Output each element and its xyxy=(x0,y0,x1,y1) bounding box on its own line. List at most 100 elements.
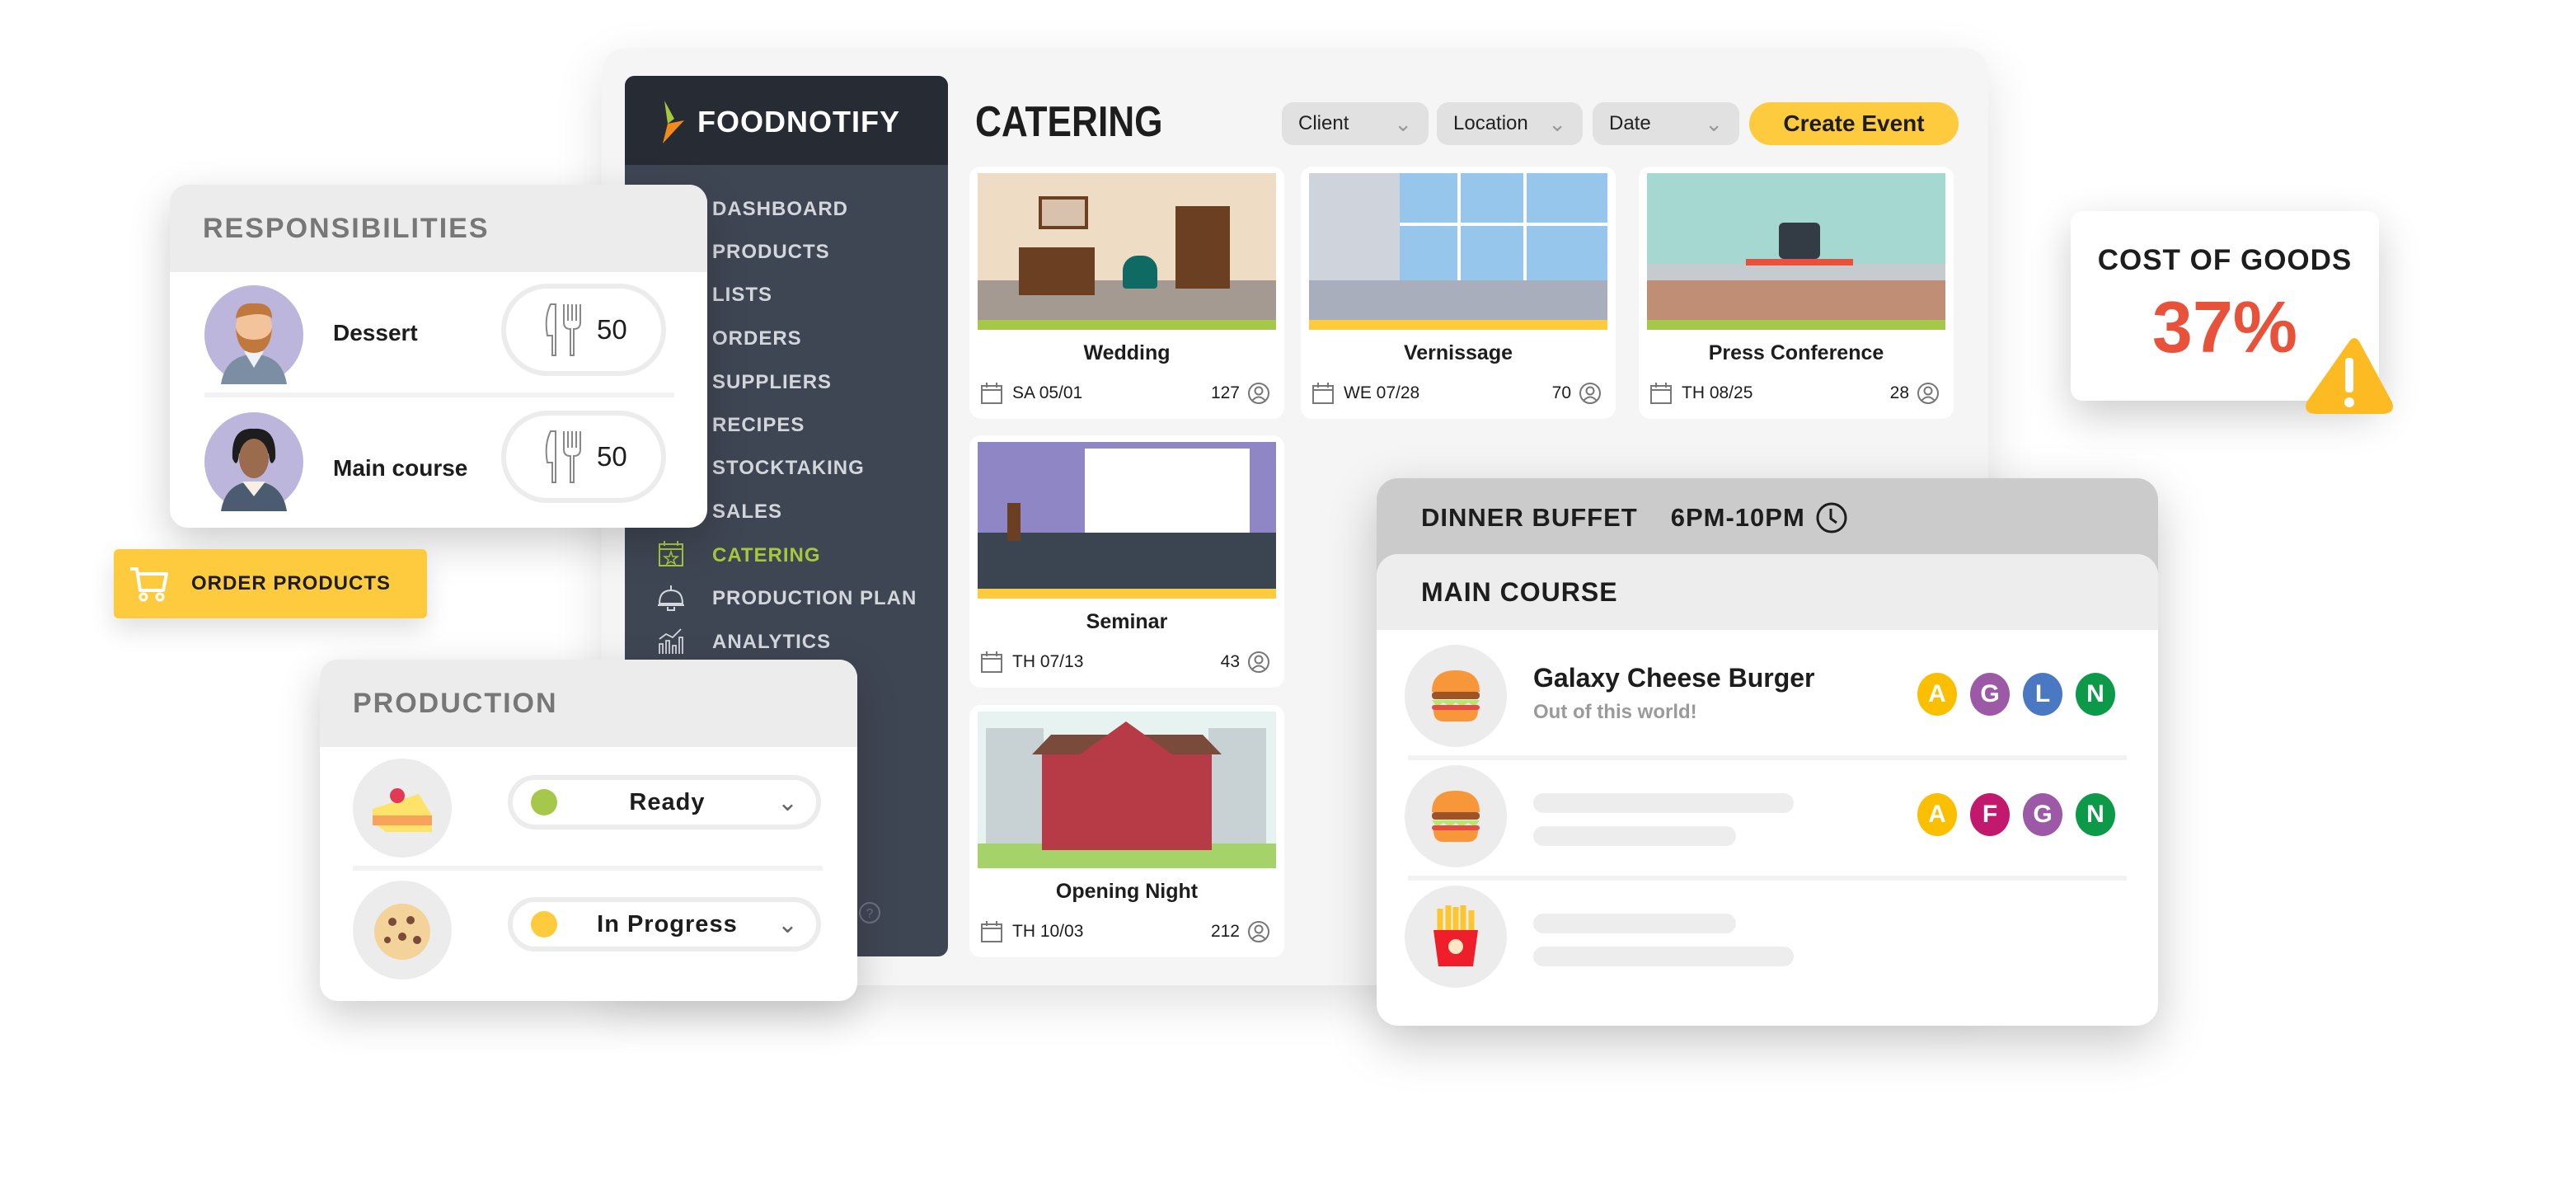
production-row: Ready ⌄ xyxy=(320,759,857,861)
allergen-badges: AFGN xyxy=(1917,793,2115,836)
status-dot xyxy=(531,789,557,815)
production-panel: PRODUCTION Ready ⌄ In Progress ⌄ xyxy=(320,660,857,1001)
avatar xyxy=(204,285,303,384)
sidebar-item-label: PRODUCTS xyxy=(712,241,830,263)
sidebar-item-label: CATERING xyxy=(712,544,821,566)
chevron-down-icon: ⌄ xyxy=(1394,110,1412,136)
burger-icon xyxy=(1432,670,1480,721)
date-filter-dropdown[interactable]: Date ⌄ xyxy=(1593,102,1739,145)
sidebar-item-label: SUPPLIERS xyxy=(712,371,833,393)
logo[interactable]: FOODNOTIFY xyxy=(659,99,900,145)
allergen-badge: L xyxy=(2023,673,2062,716)
calendar-icon xyxy=(981,921,1002,942)
cost-of-goods-label: COST OF GOODS xyxy=(2097,244,2353,276)
warning-icon xyxy=(2306,338,2393,414)
event-card[interactable]: Vernissage WE 07/28 70 xyxy=(1301,167,1616,419)
divider xyxy=(353,866,823,871)
portion-count: 50 xyxy=(597,441,627,472)
cart-icon xyxy=(130,567,168,602)
allergen-badge: N xyxy=(2076,793,2115,836)
event-illustration xyxy=(1309,173,1607,330)
main-course-card: MAIN COURSE Galaxy Cheese Burger Out of … xyxy=(1377,554,2158,1026)
event-name: Vernissage xyxy=(1403,341,1513,364)
allergen-badge: A xyxy=(1917,793,1957,836)
sidebar-item-label: DASHBOARD xyxy=(712,198,848,220)
svg-text:?: ? xyxy=(866,907,874,921)
responsibilities-panel: RESPONSIBILITIES Dessert 50 Main course … xyxy=(170,185,707,528)
chevron-down-icon: ⌄ xyxy=(1705,110,1723,136)
buffet-title: DINNER BUFFET xyxy=(1421,503,1638,532)
cutlery-icon xyxy=(545,303,581,356)
sidebar-item-label: PRODUCTION PLAN xyxy=(712,587,917,609)
calendar-icon xyxy=(1650,383,1672,404)
calendar-icon xyxy=(981,383,1002,404)
responsibility-row: Dessert 50 xyxy=(170,284,707,401)
event-name: Wedding xyxy=(1083,341,1171,364)
sidebar-item-label: SALES xyxy=(712,500,783,523)
cutlery-icon xyxy=(545,430,581,483)
sidebar-item-analytics[interactable]: ANALYTICS xyxy=(625,623,948,662)
sidebar-header: FOODNOTIFY xyxy=(625,76,948,165)
brand-name: FOODNOTIFY xyxy=(697,105,900,139)
portion-count-pill[interactable]: 50 xyxy=(501,284,666,376)
guest-count: 127 xyxy=(1210,383,1240,402)
placeholder-line xyxy=(1533,947,1794,966)
cake-icon xyxy=(373,788,432,832)
person-icon xyxy=(1248,651,1269,673)
status-dropdown[interactable]: Ready ⌄ xyxy=(508,775,821,829)
sidebar-item-catering[interactable]: CATERING xyxy=(625,536,948,576)
guest-count: 70 xyxy=(1551,383,1571,402)
event-name: Seminar xyxy=(1086,610,1168,633)
divider xyxy=(1408,876,2127,881)
responsibility-row: Main course 50 xyxy=(170,411,707,528)
divider xyxy=(204,392,674,397)
placeholder-line xyxy=(1533,793,1794,813)
client-filter-dropdown[interactable]: Client ⌄ xyxy=(1282,102,1429,145)
sidebar-item-label: STOCKTAKING xyxy=(712,457,865,479)
cake-thumbnail xyxy=(353,759,452,858)
burger-icon xyxy=(1432,791,1480,842)
cost-of-goods-card: COST OF GOODS 37% xyxy=(2071,211,2393,414)
panel-title: PRODUCTION xyxy=(320,660,857,747)
order-products-label: ORDER PRODUCTS xyxy=(191,572,392,594)
event-date: WE 07/28 xyxy=(1344,383,1420,402)
person-icon xyxy=(1248,383,1269,404)
allergen-badge: F xyxy=(1970,793,2010,836)
dish-thumbnail xyxy=(1405,645,1507,747)
chevron-down-icon: ⌄ xyxy=(777,910,798,938)
page-title: CATERING xyxy=(975,98,1163,146)
panel-title: RESPONSIBILITIES xyxy=(170,185,707,272)
calendar-icon xyxy=(1312,383,1334,404)
event-illustration xyxy=(978,173,1276,330)
create-event-button[interactable]: Create Event xyxy=(1749,102,1959,145)
event-card[interactable]: Wedding SA 05/01 127 xyxy=(969,167,1284,419)
sidebar-item-production-plan[interactable]: PRODUCTION PLAN xyxy=(625,579,948,618)
menu-item-row[interactable]: Galaxy Cheese Burger Out of this world! A… xyxy=(1377,645,2158,752)
portion-count: 50 xyxy=(597,314,627,345)
menu-item-row[interactable]: AFGN xyxy=(1377,765,2158,872)
location-filter-dropdown[interactable]: Location ⌄ xyxy=(1437,102,1583,145)
order-products-button[interactable]: ORDER PRODUCTS xyxy=(114,549,427,618)
allergen-badge: G xyxy=(1970,673,2010,716)
event-card[interactable]: Opening Night TH 10/03 212 xyxy=(969,705,1284,957)
menu-item-row[interactable] xyxy=(1377,886,2158,993)
dish-thumbnail xyxy=(1405,886,1507,988)
responsibility-label: Main course xyxy=(333,455,468,481)
event-card[interactable]: Press Conference TH 08/25 28 xyxy=(1639,167,1954,419)
event-name: Opening Night xyxy=(1055,880,1199,903)
person-icon xyxy=(1579,383,1601,404)
guest-count: 212 xyxy=(1210,922,1240,941)
sidebar-item-label: LISTS xyxy=(712,284,773,306)
allergen-badge: A xyxy=(1917,673,1957,716)
help-icon[interactable]: ? xyxy=(857,900,882,925)
sidebar-item-label: ORDERS xyxy=(712,327,802,350)
logo-icon xyxy=(663,101,684,143)
portion-count-pill[interactable]: 50 xyxy=(501,411,666,503)
event-name: Press Conference xyxy=(1708,341,1884,364)
guest-count: 28 xyxy=(1889,383,1909,402)
status-label: Ready xyxy=(629,788,706,815)
dish-thumbnail xyxy=(1405,765,1507,867)
status-dropdown[interactable]: In Progress ⌄ xyxy=(508,897,821,952)
event-card[interactable]: Seminar TH 07/13 43 xyxy=(969,435,1284,688)
avatar xyxy=(204,412,303,511)
